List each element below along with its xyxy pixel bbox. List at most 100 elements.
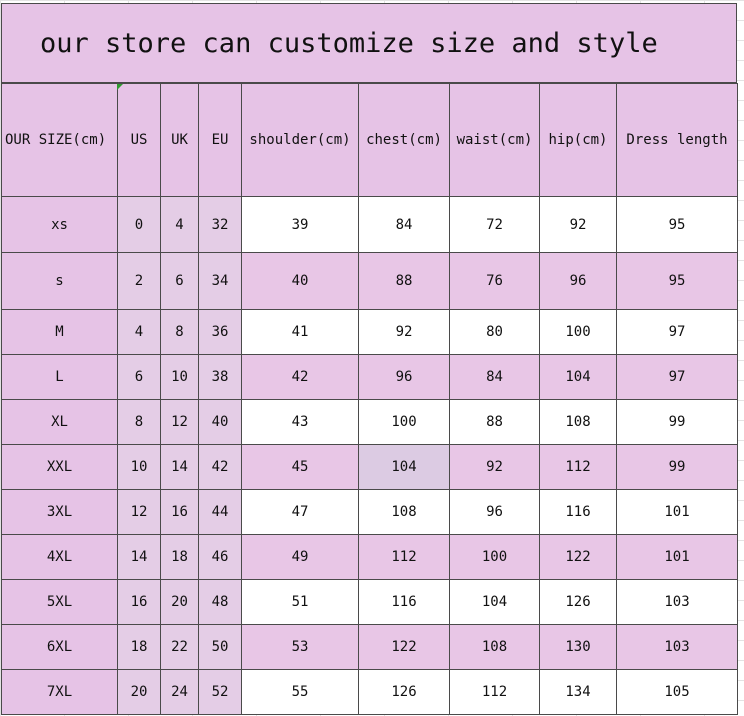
cell-uk[interactable]: 4	[160, 196, 199, 253]
header-chest[interactable]: chest(cm)	[358, 83, 450, 197]
header-us[interactable]: US	[117, 83, 161, 197]
cell-waist[interactable]: 104	[449, 579, 540, 625]
cell-size[interactable]: XXL	[1, 444, 118, 490]
cell-eu[interactable]: 52	[198, 669, 242, 715]
cell-waist[interactable]: 92	[449, 444, 540, 490]
cell-waist[interactable]: 76	[449, 252, 540, 310]
cell-eu[interactable]: 50	[198, 624, 242, 670]
cell-chest[interactable]: 84	[358, 196, 450, 253]
cell-uk[interactable]: 8	[160, 309, 199, 355]
cell-uk[interactable]: 18	[160, 534, 199, 580]
cell-shoulder[interactable]: 40	[241, 252, 359, 310]
cell-hip[interactable]: 96	[539, 252, 617, 310]
cell-waist[interactable]: 112	[449, 669, 540, 715]
cell-chest[interactable]: 92	[358, 309, 450, 355]
cell-dress-length[interactable]: 97	[616, 354, 738, 400]
header-eu[interactable]: EU	[198, 83, 242, 197]
cell-hip[interactable]: 112	[539, 444, 617, 490]
cell-uk[interactable]: 12	[160, 399, 199, 445]
header-our-size[interactable]: OUR SIZE(cm)	[1, 83, 118, 197]
cell-hip[interactable]: 126	[539, 579, 617, 625]
cell-eu[interactable]: 48	[198, 579, 242, 625]
cell-size[interactable]: 6XL	[1, 624, 118, 670]
cell-chest[interactable]: 96	[358, 354, 450, 400]
cell-waist[interactable]: 84	[449, 354, 540, 400]
cell-shoulder[interactable]: 53	[241, 624, 359, 670]
cell-dress-length[interactable]: 103	[616, 579, 738, 625]
cell-dress-length[interactable]: 101	[616, 534, 738, 580]
cell-us[interactable]: 6	[117, 354, 161, 400]
cell-waist[interactable]: 88	[449, 399, 540, 445]
cell-shoulder[interactable]: 43	[241, 399, 359, 445]
cell-hip[interactable]: 104	[539, 354, 617, 400]
cell-shoulder[interactable]: 39	[241, 196, 359, 253]
cell-dress-length[interactable]: 95	[616, 252, 738, 310]
cell-chest[interactable]: 88	[358, 252, 450, 310]
cell-chest[interactable]: 126	[358, 669, 450, 715]
cell-uk[interactable]: 16	[160, 489, 199, 535]
cell-size[interactable]: M	[1, 309, 118, 355]
cell-chest[interactable]: 108	[358, 489, 450, 535]
cell-dress-length[interactable]: 97	[616, 309, 738, 355]
cell-eu[interactable]: 44	[198, 489, 242, 535]
header-dress-length[interactable]: Dress length	[616, 83, 738, 197]
cell-us[interactable]: 12	[117, 489, 161, 535]
cell-eu[interactable]: 34	[198, 252, 242, 310]
cell-uk[interactable]: 6	[160, 252, 199, 310]
cell-eu[interactable]: 38	[198, 354, 242, 400]
cell-us[interactable]: 10	[117, 444, 161, 490]
cell-hip[interactable]: 108	[539, 399, 617, 445]
cell-waist[interactable]: 96	[449, 489, 540, 535]
cell-dress-length[interactable]: 105	[616, 669, 738, 715]
cell-us[interactable]: 2	[117, 252, 161, 310]
cell-size[interactable]: xs	[1, 196, 118, 253]
cell-dress-length[interactable]: 95	[616, 196, 738, 253]
cell-waist[interactable]: 100	[449, 534, 540, 580]
cell-us[interactable]: 8	[117, 399, 161, 445]
cell-dress-length[interactable]: 101	[616, 489, 738, 535]
header-hip[interactable]: hip(cm)	[539, 83, 617, 197]
cell-eu[interactable]: 40	[198, 399, 242, 445]
cell-size[interactable]: L	[1, 354, 118, 400]
cell-waist[interactable]: 72	[449, 196, 540, 253]
cell-shoulder[interactable]: 55	[241, 669, 359, 715]
cell-shoulder[interactable]: 47	[241, 489, 359, 535]
cell-dress-length[interactable]: 103	[616, 624, 738, 670]
cell-waist[interactable]: 80	[449, 309, 540, 355]
cell-chest[interactable]: 122	[358, 624, 450, 670]
cell-shoulder[interactable]: 45	[241, 444, 359, 490]
header-uk[interactable]: UK	[160, 83, 199, 197]
cell-us[interactable]: 20	[117, 669, 161, 715]
cell-size[interactable]: 7XL	[1, 669, 118, 715]
cell-hip[interactable]: 116	[539, 489, 617, 535]
cell-size[interactable]: 5XL	[1, 579, 118, 625]
cell-shoulder[interactable]: 42	[241, 354, 359, 400]
cell-eu[interactable]: 32	[198, 196, 242, 253]
header-shoulder[interactable]: shoulder(cm)	[241, 83, 359, 197]
cell-hip[interactable]: 134	[539, 669, 617, 715]
cell-chest[interactable]: 116	[358, 579, 450, 625]
cell-eu[interactable]: 42	[198, 444, 242, 490]
cell-us[interactable]: 18	[117, 624, 161, 670]
header-waist[interactable]: waist(cm)	[449, 83, 540, 197]
cell-hip[interactable]: 130	[539, 624, 617, 670]
cell-hip[interactable]: 92	[539, 196, 617, 253]
cell-waist[interactable]: 108	[449, 624, 540, 670]
cell-uk[interactable]: 20	[160, 579, 199, 625]
cell-hip[interactable]: 122	[539, 534, 617, 580]
cell-eu[interactable]: 36	[198, 309, 242, 355]
cell-uk[interactable]: 10	[160, 354, 199, 400]
cell-eu[interactable]: 46	[198, 534, 242, 580]
cell-chest[interactable]: 100	[358, 399, 450, 445]
cell-us[interactable]: 0	[117, 196, 161, 253]
cell-shoulder[interactable]: 41	[241, 309, 359, 355]
cell-uk[interactable]: 14	[160, 444, 199, 490]
cell-us[interactable]: 4	[117, 309, 161, 355]
cell-size[interactable]: XL	[1, 399, 118, 445]
cell-us[interactable]: 16	[117, 579, 161, 625]
cell-hip[interactable]: 100	[539, 309, 617, 355]
cell-size[interactable]: 4XL	[1, 534, 118, 580]
cell-size[interactable]: 3XL	[1, 489, 118, 535]
cell-chest[interactable]: 104	[358, 444, 450, 490]
cell-us[interactable]: 14	[117, 534, 161, 580]
